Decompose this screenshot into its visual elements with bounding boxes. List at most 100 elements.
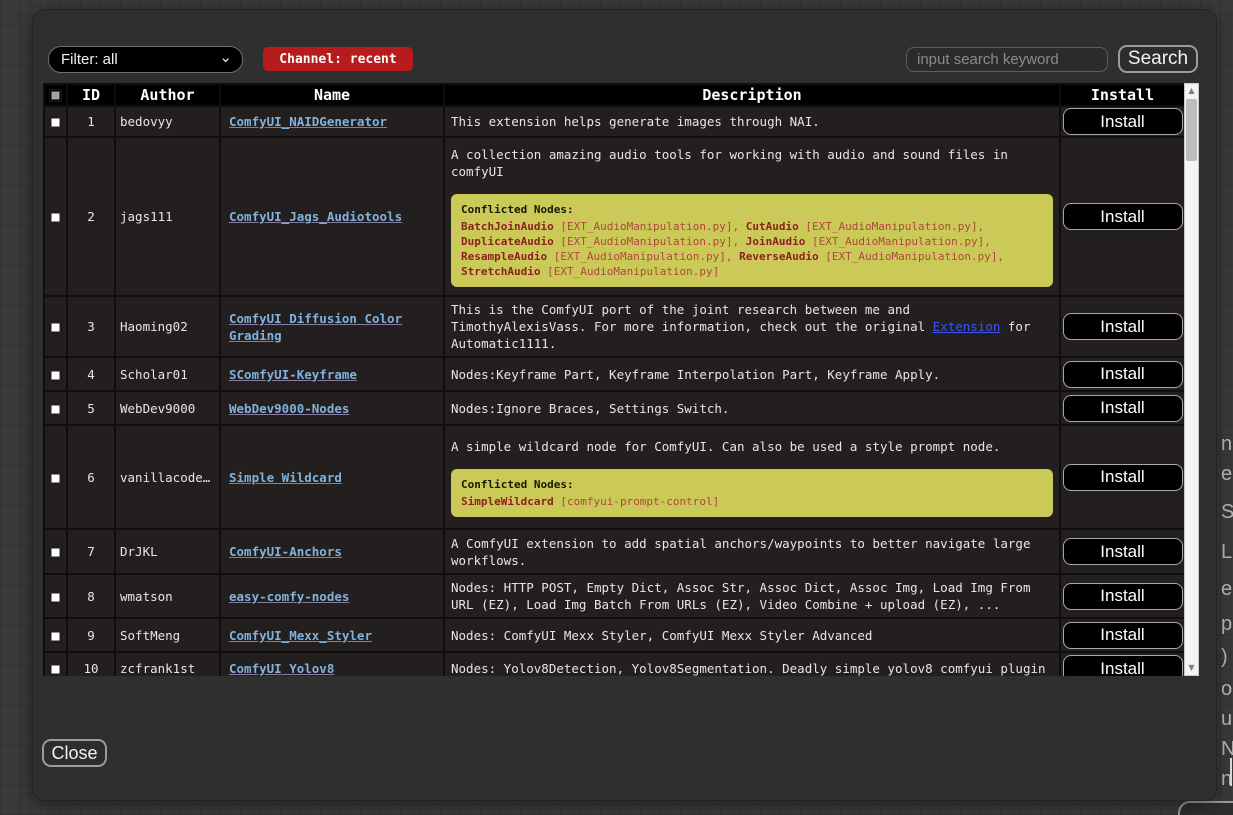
row-description: Nodes: HTTP POST, Empty Dict, Assoc Str,…	[444, 574, 1060, 618]
row-checkbox[interactable]	[49, 211, 62, 224]
row-id: 9	[67, 618, 115, 652]
install-button[interactable]: Install	[1063, 361, 1183, 388]
row-description: A ComfyUI extension to add spatial ancho…	[444, 529, 1060, 574]
table-body: 1bedovyyComfyUI_NAIDGeneratorThis extens…	[44, 106, 1184, 676]
background-corner-panel	[1178, 801, 1233, 815]
row-checkbox[interactable]	[49, 403, 62, 416]
description-link[interactable]: Extension	[933, 319, 1001, 334]
row-name-cell: WebDev9000-Nodes	[220, 391, 444, 425]
row-checkbox[interactable]	[49, 369, 62, 382]
table-header-row: ID Author Name Description Install	[44, 84, 1184, 106]
row-checkbox[interactable]	[49, 663, 62, 676]
row-install-cell: Install	[1060, 618, 1184, 652]
background-edge-line	[1230, 758, 1232, 786]
table-row: 2jags111 ComfyUI_Jags_Audiotools A collect…	[44, 137, 1184, 296]
row-install-cell: Install	[1060, 391, 1184, 425]
background-text-fragment: p	[1221, 612, 1233, 636]
install-button[interactable]: Install	[1063, 395, 1183, 422]
row-id: 2	[67, 137, 115, 296]
row-install-cell: Install	[1060, 296, 1184, 357]
select-all-checkbox[interactable]	[49, 89, 62, 102]
row-install-cell: Install	[1060, 425, 1184, 529]
conflicted-nodes-list: SimpleWildcard [comfyui-prompt-control]	[461, 494, 1043, 509]
scrollbar-thumb[interactable]	[1186, 99, 1197, 161]
row-install-cell: Install	[1060, 357, 1184, 391]
row-id: 10	[67, 652, 115, 676]
extensions-table-viewport: ID Author Name Description Install 1bedo…	[43, 83, 1184, 676]
install-button[interactable]: Install	[1063, 108, 1183, 135]
table-row: 7DrJKLComfyUI-AnchorsA ComfyUI extension…	[44, 529, 1184, 574]
extension-name-link[interactable]: easy-comfy-nodes	[229, 589, 349, 604]
row-checkbox[interactable]	[49, 591, 62, 604]
description-text: Nodes:Ignore Braces, Settings Switch.	[451, 400, 1053, 417]
header-id: ID	[67, 84, 115, 106]
extension-name-link[interactable]: ComfyUI_NAIDGenerator	[229, 114, 387, 129]
row-description: A collection amazing audio tools for wor…	[444, 137, 1060, 296]
extension-name-link[interactable]: ComfyUI_Jags_Audiotools	[229, 209, 402, 224]
search-button[interactable]: Search	[1118, 45, 1198, 73]
row-checkbox[interactable]	[49, 321, 62, 334]
description-text: A simple wildcard node for ComfyUI. Can …	[451, 438, 1053, 455]
row-description: Nodes:Ignore Braces, Settings Switch.	[444, 391, 1060, 425]
extension-name-link[interactable]: SComfyUI-Keyframe	[229, 367, 357, 382]
table-row: 6vanillacode…Simple WildcardA simple wil…	[44, 425, 1184, 529]
conflicted-nodes-box: Conflicted Nodes: SimpleWildcard [comfyui…	[451, 469, 1053, 517]
install-button[interactable]: Install	[1063, 538, 1183, 565]
background-text-fragment: )	[1221, 645, 1233, 669]
row-checkbox-cell	[44, 652, 67, 676]
row-checkbox-cell	[44, 106, 67, 137]
row-name-cell: ComfyUI Yolov8	[220, 652, 444, 676]
extensions-table: ID Author Name Description Install 1bedo…	[43, 83, 1184, 676]
header-description: Description	[444, 84, 1060, 106]
extension-name-link[interactable]: ComfyUI_Mexx_Styler	[229, 628, 372, 643]
row-name-cell: ComfyUI-Anchors	[220, 529, 444, 574]
background-text-fragment: e	[1221, 462, 1233, 486]
install-button[interactable]: Install	[1063, 313, 1183, 340]
row-author: jags111	[115, 137, 220, 296]
filter-dropdown[interactable]: Filter: all	[49, 47, 242, 72]
table-row: 3Haoming02ComfyUI Diffusion Color Gradin…	[44, 296, 1184, 357]
scroll-down-arrow[interactable]: ▼	[1185, 661, 1198, 675]
row-checkbox[interactable]	[49, 472, 62, 485]
install-button[interactable]: Install	[1063, 655, 1183, 676]
table-row: 9SoftMeng ComfyUI_Mexx_Styler Nodes: Comfy…	[44, 618, 1184, 652]
table-row: 4Scholar01SComfyUI-KeyframeNodes:Keyfram…	[44, 357, 1184, 391]
row-author: SoftMeng	[115, 618, 220, 652]
row-id: 1	[67, 106, 115, 137]
background-text-fragment: u	[1221, 707, 1233, 731]
row-author: zcfrank1st	[115, 652, 220, 676]
install-button[interactable]: Install	[1063, 583, 1183, 610]
table-scrollbar[interactable]: ▲ ▼	[1184, 83, 1199, 676]
close-button[interactable]: Close	[42, 739, 107, 767]
row-description: Nodes:Keyframe Part, Keyframe Interpolat…	[444, 357, 1060, 391]
header-install: Install	[1060, 84, 1184, 106]
description-text: Nodes:Keyframe Part, Keyframe Interpolat…	[451, 366, 1053, 383]
row-author: Haoming02	[115, 296, 220, 357]
row-checkbox-cell	[44, 618, 67, 652]
row-description: Nodes: Yolov8Detection, Yolov8Segmentati…	[444, 652, 1060, 676]
scroll-up-arrow[interactable]: ▲	[1185, 84, 1198, 98]
row-author: WebDev9000	[115, 391, 220, 425]
row-checkbox[interactable]	[49, 630, 62, 643]
install-button[interactable]: Install	[1063, 622, 1183, 649]
search-input[interactable]	[906, 47, 1108, 72]
header-name: Name	[220, 84, 444, 106]
extension-name-link[interactable]: ComfyUI Yolov8	[229, 661, 334, 676]
description-text: A collection amazing audio tools for wor…	[451, 146, 1053, 180]
install-button[interactable]: Install	[1063, 203, 1183, 230]
extension-name-link[interactable]: Simple Wildcard	[229, 470, 342, 485]
table-row: 8wmatsoneasy-comfy-nodesNodes: HTTP POST…	[44, 574, 1184, 618]
dialog-toolbar: Filter: all ⌄ Channel: recent Search	[43, 45, 1206, 75]
description-text: Nodes: ComfyUI Mexx Styler, ComfyUI Mexx…	[451, 627, 1053, 644]
row-id: 5	[67, 391, 115, 425]
channel-badge-button[interactable]: Channel: recent	[263, 47, 413, 71]
extension-name-link[interactable]: ComfyUI Diffusion Color Grading	[229, 311, 402, 343]
extension-name-link[interactable]: WebDev9000-Nodes	[229, 401, 349, 416]
install-button[interactable]: Install	[1063, 464, 1183, 491]
row-checkbox[interactable]	[49, 116, 62, 129]
row-author: vanillacode…	[115, 425, 220, 529]
conflicted-nodes-title: Conflicted Nodes:	[461, 477, 1043, 492]
extension-name-link[interactable]: ComfyUI-Anchors	[229, 544, 342, 559]
row-checkbox[interactable]	[49, 546, 62, 559]
background-text-fragment: e	[1221, 577, 1233, 601]
